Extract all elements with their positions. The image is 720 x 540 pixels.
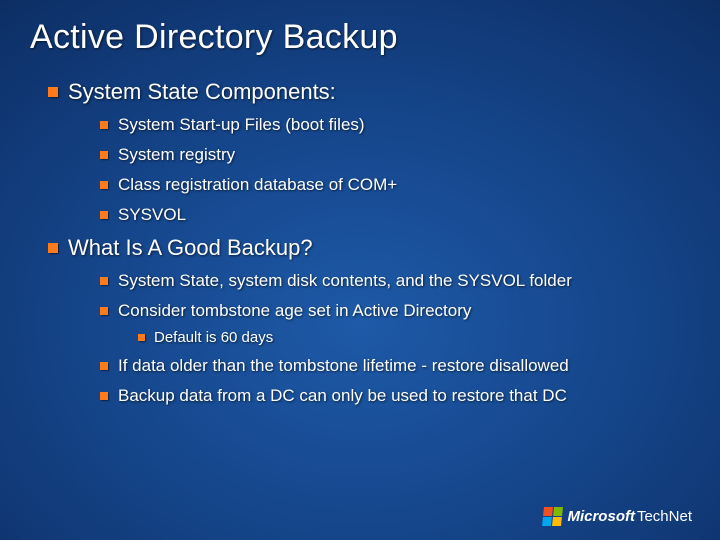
- item-text: System Start-up Files (boot files): [118, 115, 365, 135]
- bullet-icon: [48, 243, 58, 253]
- item-text: System registry: [118, 145, 235, 165]
- bullet-icon: [100, 121, 108, 129]
- bullet-icon: [100, 277, 108, 285]
- list-item: Backup data from a DC can only be used t…: [100, 386, 690, 406]
- item-text: Consider tombstone age set in Active Dir…: [118, 301, 471, 321]
- footer-logo: MicrosoftTechNet: [543, 507, 692, 526]
- bullet-list-level3: Default is 60 days: [100, 329, 690, 346]
- item-text: System State, system disk contents, and …: [118, 271, 572, 291]
- bullet-icon: [48, 87, 58, 97]
- slide-title: Active Directory Backup: [30, 18, 690, 57]
- list-item: System State, system disk contents, and …: [100, 271, 690, 291]
- list-item: SYSVOL: [100, 205, 690, 225]
- bullet-icon: [100, 181, 108, 189]
- list-item: If data older than the tombstone lifetim…: [100, 356, 690, 376]
- list-item: Default is 60 days: [138, 329, 690, 346]
- bullet-icon: [100, 362, 108, 370]
- bullet-list-level1: System State Components: System Start-up…: [30, 79, 690, 406]
- bullet-list-level2: System Start-up Files (boot files) Syste…: [48, 115, 690, 225]
- list-item: System Start-up Files (boot files): [100, 115, 690, 135]
- bullet-icon: [138, 334, 145, 341]
- bullet-list-level2: System State, system disk contents, and …: [48, 271, 690, 406]
- list-item: System registry: [100, 145, 690, 165]
- footer-brand-text: MicrosoftTechNet: [567, 508, 692, 525]
- section-2: What Is A Good Backup? System State, sys…: [48, 235, 690, 406]
- brand-sub: TechNet: [637, 508, 692, 525]
- brand-name: Microsoft: [567, 508, 635, 525]
- list-item: Consider tombstone age set in Active Dir…: [100, 301, 690, 346]
- item-text: SYSVOL: [118, 205, 186, 225]
- item-text: Default is 60 days: [154, 329, 273, 346]
- section-heading: What Is A Good Backup?: [68, 235, 313, 261]
- microsoft-flag-icon: [542, 507, 563, 526]
- section-1: System State Components: System Start-up…: [48, 79, 690, 225]
- section-heading: System State Components:: [68, 79, 336, 105]
- item-text: If data older than the tombstone lifetim…: [118, 356, 569, 376]
- item-text: Class registration database of COM+: [118, 175, 397, 195]
- bullet-icon: [100, 392, 108, 400]
- item-text: Backup data from a DC can only be used t…: [118, 386, 567, 406]
- list-item: Class registration database of COM+: [100, 175, 690, 195]
- bullet-icon: [100, 211, 108, 219]
- bullet-icon: [100, 307, 108, 315]
- slide: Active Directory Backup System State Com…: [0, 0, 720, 540]
- bullet-icon: [100, 151, 108, 159]
